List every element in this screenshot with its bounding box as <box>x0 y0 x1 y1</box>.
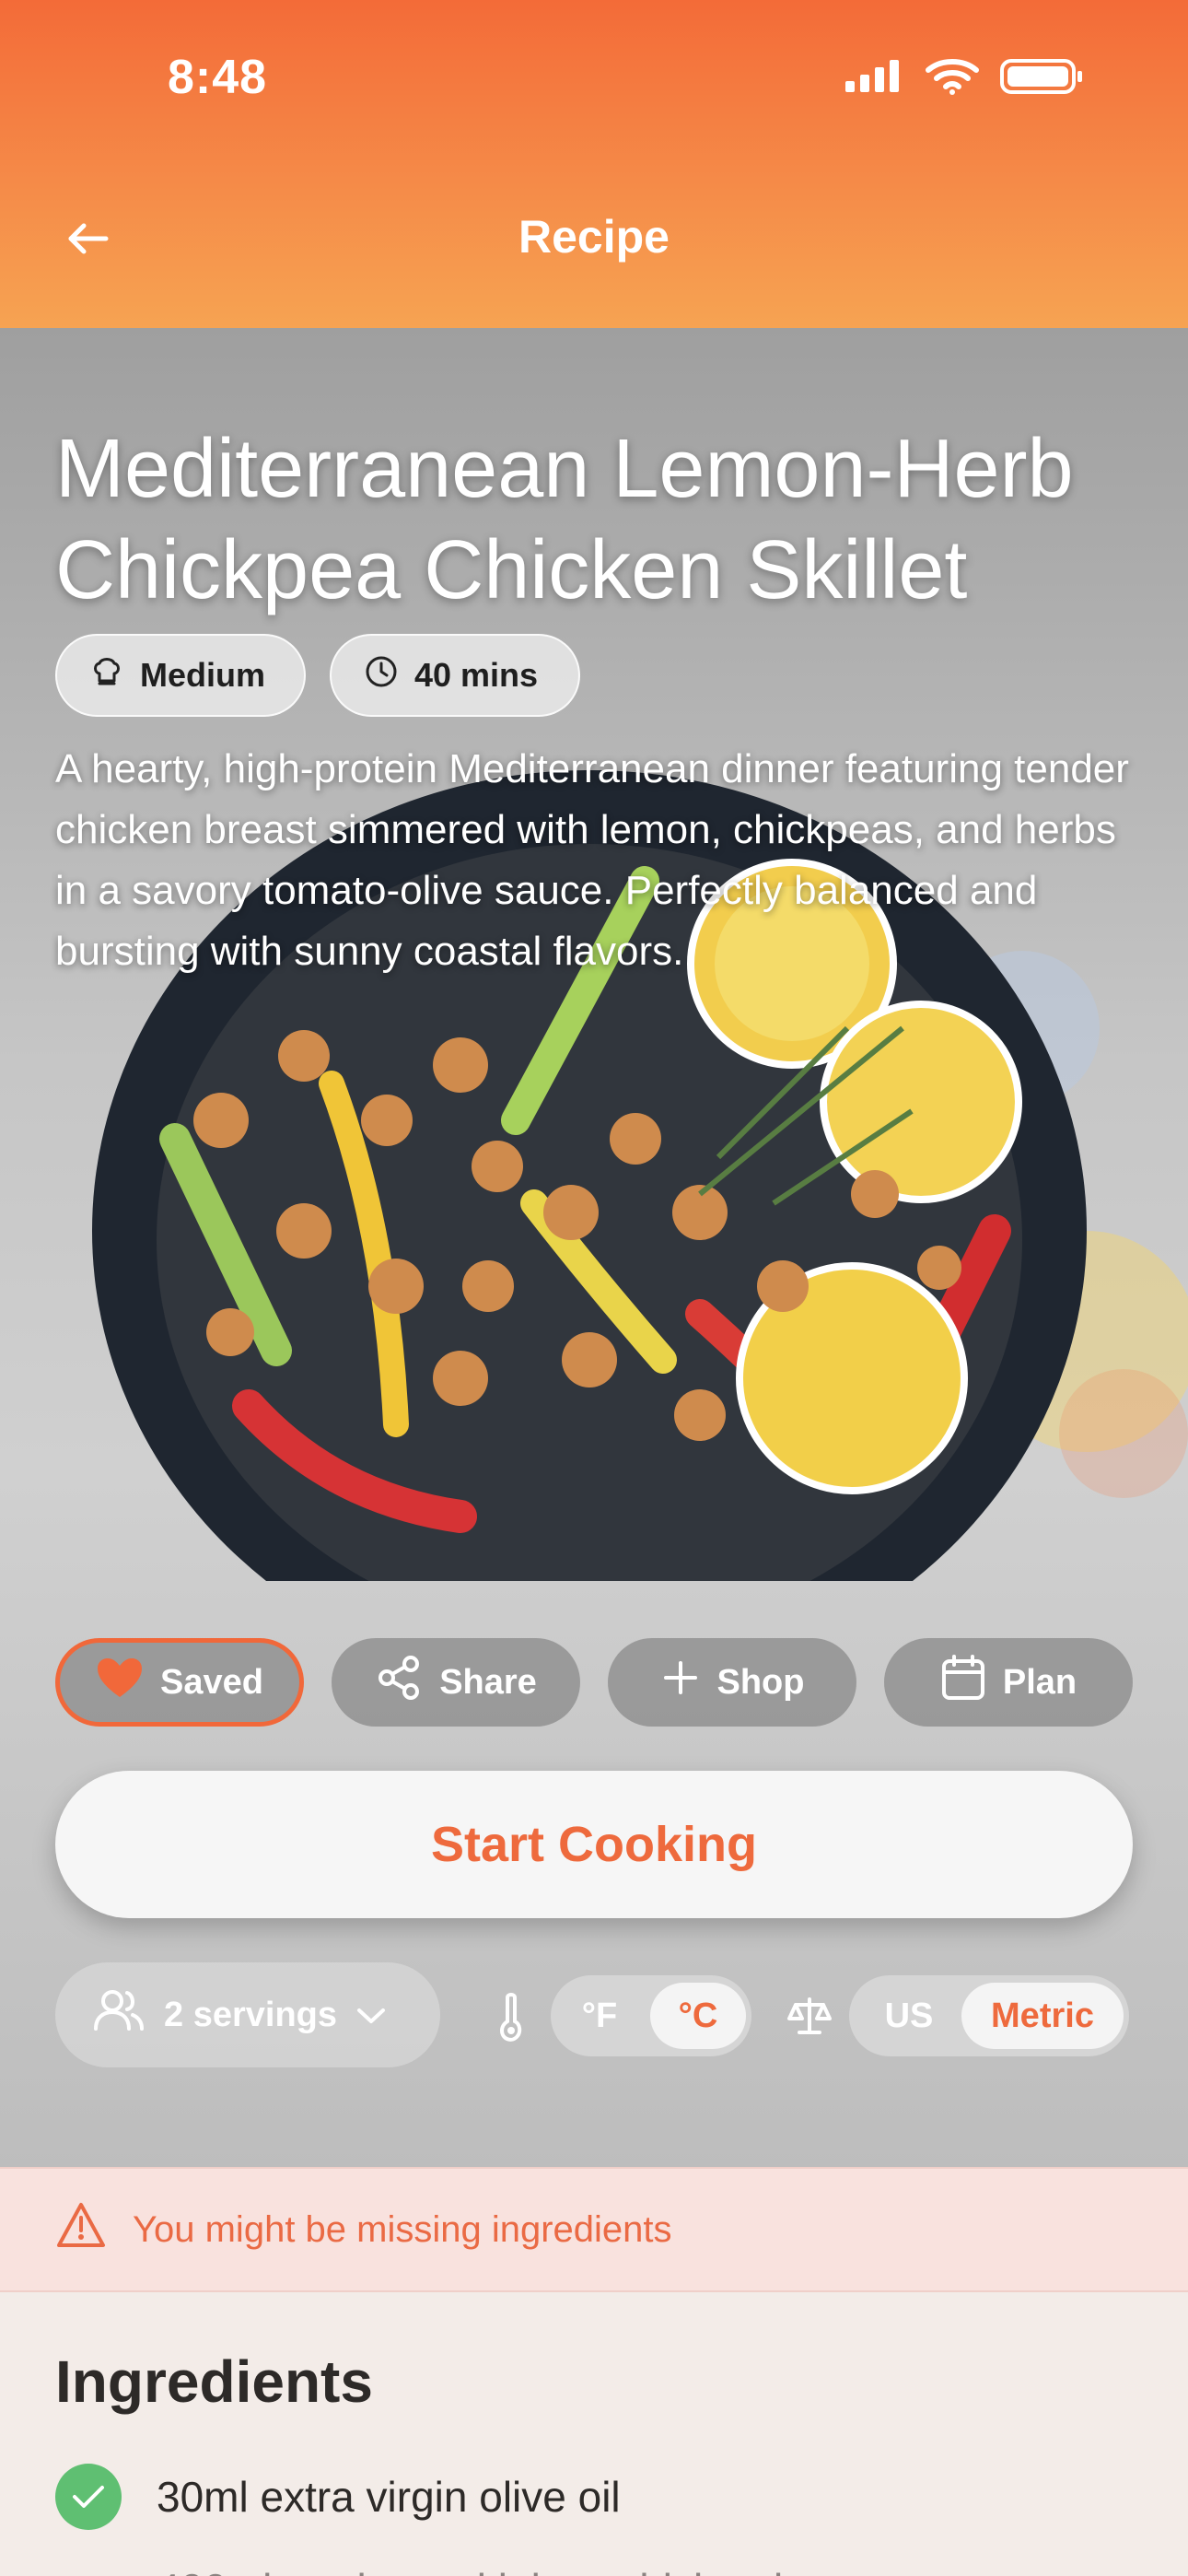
servings-selector[interactable]: 2 servings <box>55 1962 440 2067</box>
top-app-bar: 8:48 Recipe <box>0 0 1188 328</box>
signal-icon <box>844 59 904 99</box>
ingredient-row[interactable]: 30ml extra virgin olive oil <box>55 2464 621 2530</box>
ingredient-check-placeholder <box>55 2556 122 2576</box>
header-title: Recipe <box>518 211 670 263</box>
saved-button[interactable]: Saved <box>55 1638 304 1727</box>
recipe-hero: Mediterranean Lemon-Herb Chickpea Chicke… <box>0 328 1188 2171</box>
time-label: 40 mins <box>414 656 539 694</box>
status-icons <box>844 57 1085 100</box>
status-time: 8:48 <box>168 51 268 104</box>
us-option[interactable]: US <box>860 1983 958 2049</box>
plus-icon <box>660 1657 701 1707</box>
wifi-icon <box>925 57 980 100</box>
warning-text: You might be missing ingredients <box>133 2208 672 2250</box>
share-button[interactable]: Share <box>332 1638 580 1727</box>
ingredient-text: 400g boneless, skinless chicken breast <box>157 2564 891 2576</box>
check-icon[interactable] <box>55 2464 122 2530</box>
metric-option[interactable]: Metric <box>961 1983 1124 2049</box>
plan-label: Plan <box>1002 1662 1077 1702</box>
missing-ingredients-banner[interactable]: You might be missing ingredients <box>0 2167 1188 2292</box>
battery-icon <box>1000 57 1085 100</box>
calendar-icon <box>940 1654 986 1711</box>
scale-icon <box>786 1992 833 2042</box>
difficulty-label: Medium <box>140 656 266 694</box>
start-cooking-button[interactable]: Start Cooking <box>55 1771 1133 1918</box>
saved-label: Saved <box>160 1662 263 1702</box>
chevron-down-icon <box>355 1996 387 2035</box>
ingredients-section: Ingredients 30ml extra virgin olive oil … <box>0 2292 1188 2576</box>
celsius-option[interactable]: °C <box>650 1983 746 2049</box>
thermometer-icon <box>488 1992 534 2042</box>
temperature-toggle: °F °C <box>551 1975 751 2056</box>
share-icon <box>375 1654 423 1711</box>
chef-hat-icon <box>88 653 125 698</box>
difficulty-pill: Medium <box>55 634 306 717</box>
shop-button[interactable]: Shop <box>608 1638 856 1727</box>
fahrenheit-option[interactable]: °F <box>560 1983 639 2049</box>
time-pill: 40 mins <box>330 634 580 717</box>
recipe-title: Mediterranean Lemon-Herb Chickpea Chicke… <box>55 423 1074 616</box>
recipe-description: A hearty, high-protein Mediterranean din… <box>55 746 1129 974</box>
shop-label: Shop <box>716 1662 805 1702</box>
ingredients-heading: Ingredients <box>55 2348 373 2415</box>
ingredient-row[interactable]: 400g boneless, skinless chicken breast <box>55 2556 891 2576</box>
servings-label: 2 servings <box>164 1995 337 2034</box>
people-icon <box>92 1986 146 2043</box>
share-label: Share <box>439 1662 537 1702</box>
warning-icon <box>55 2201 107 2258</box>
clock-icon <box>363 653 400 698</box>
unit-system-toggle: US Metric <box>849 1975 1129 2056</box>
plan-button[interactable]: Plan <box>884 1638 1133 1727</box>
recipe-screen: 8:48 Recipe Mediterranean Lemon-Herb Chi… <box>0 0 1188 2576</box>
ingredient-text: 30ml extra virgin olive oil <box>157 2473 621 2521</box>
heart-icon <box>96 1657 144 1708</box>
